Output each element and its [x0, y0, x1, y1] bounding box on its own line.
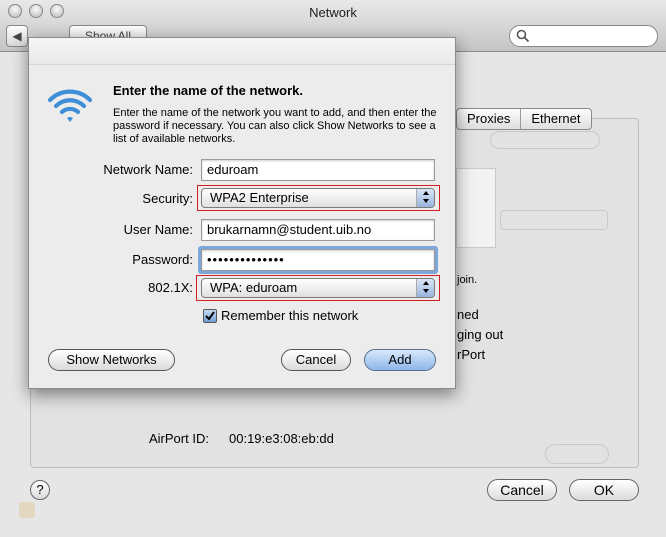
window-title: Network [309, 5, 357, 20]
bg-text-rport: rPort [457, 347, 486, 362]
back-button[interactable]: ◀ [6, 25, 28, 47]
tab-ethernet[interactable]: Ethernet [520, 109, 590, 129]
password-label: Password: [132, 252, 193, 267]
search-icon [516, 29, 530, 43]
dialog-heading: Enter the name of the network. [113, 83, 303, 98]
ghost-list [456, 168, 496, 248]
add-network-sheet: Enter the name of the network. Enter the… [28, 37, 456, 389]
airport-id-label: AirPort ID: [149, 431, 209, 446]
popup-arrows-icon [416, 189, 434, 207]
user-name-label: User Name: [123, 222, 193, 237]
security-label: Security: [142, 191, 193, 206]
bg-text-join: join. [457, 274, 478, 286]
remember-label: Remember this network [221, 308, 359, 323]
airport-id-value: 00:19:e3:08:eb:dd [229, 431, 334, 446]
popup-arrows-icon [416, 279, 434, 297]
config-popup[interactable]: WPA: eduroam [201, 278, 435, 298]
wifi-icon [47, 89, 93, 122]
network-name-label: Network Name: [103, 162, 193, 177]
security-popup[interactable]: WPA2 Enterprise [201, 188, 435, 208]
config-label: 802.1X: [148, 280, 193, 295]
ghost-popup [500, 210, 608, 230]
ghost-advanced-button [545, 444, 609, 464]
search-field[interactable] [509, 25, 658, 47]
checkmark-icon [205, 311, 215, 321]
help-button[interactable]: ? [30, 480, 50, 500]
lock-row [15, 498, 655, 522]
cancel-button[interactable]: Cancel [281, 349, 351, 371]
user-name-field[interactable]: brukarnamn@student.uib.no [201, 219, 435, 241]
tab-proxies[interactable]: Proxies [457, 109, 520, 129]
bg-text-ned: ned [457, 307, 479, 322]
system-preferences-window: Network ◀ Show All Proxies Ethernet join… [0, 0, 666, 537]
add-button[interactable]: Add [364, 349, 436, 371]
password-field[interactable]: •••••••••••••• [201, 249, 435, 271]
show-networks-button[interactable]: Show Networks [48, 349, 175, 371]
config-popup-value: WPA: eduroam [210, 280, 298, 295]
ghost-button [490, 131, 600, 149]
lock-icon [19, 502, 35, 518]
network-name-field[interactable]: eduroam [201, 159, 435, 181]
dialog-description: Enter the name of the network you want t… [113, 107, 437, 145]
security-popup-value: WPA2 Enterprise [210, 190, 309, 205]
sheet-top-edge [29, 38, 455, 65]
advanced-tab-strip: Proxies Ethernet [456, 108, 592, 130]
remember-checkbox[interactable] [203, 309, 217, 323]
bg-text-ging-out: ging out [457, 327, 504, 342]
